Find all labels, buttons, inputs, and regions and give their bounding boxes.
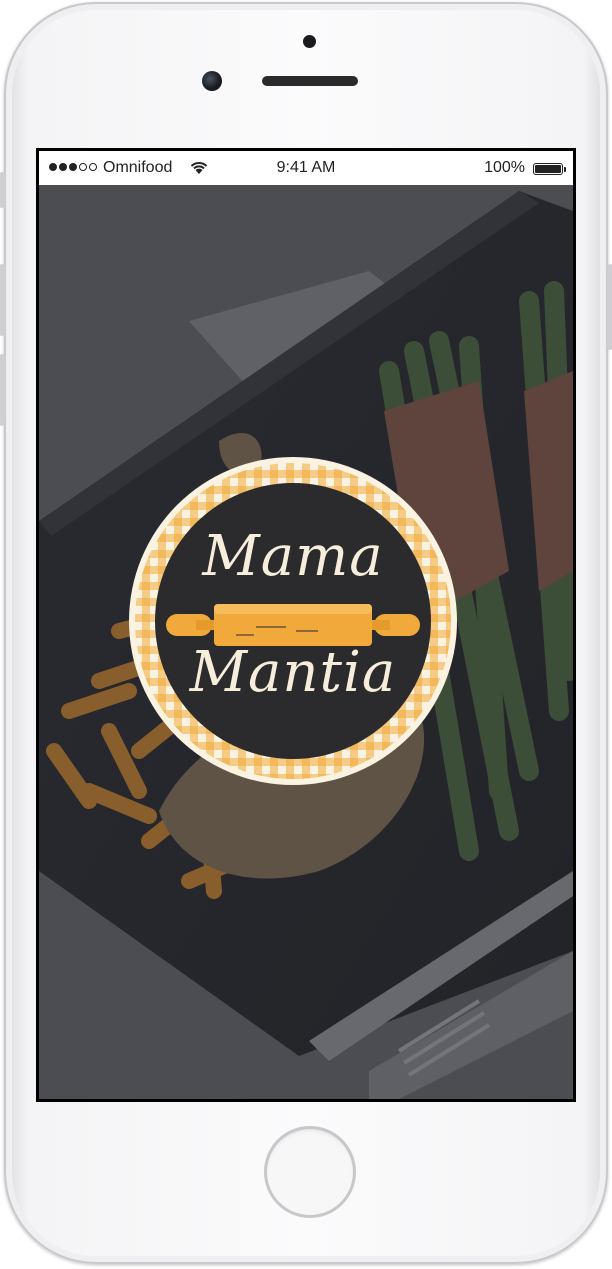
proximity-sensor: [303, 35, 316, 48]
battery-icon: [533, 163, 566, 175]
volume-down-button: [0, 354, 5, 426]
logo-title-line2: Mantia: [189, 640, 397, 705]
earpiece-speaker: [262, 76, 358, 86]
home-button[interactable]: [264, 1126, 356, 1218]
mama-mantia-logo: Mama Mantia: [126, 454, 460, 788]
logo-title-line1: Mama: [202, 524, 384, 589]
battery-percentage: 100%: [484, 159, 525, 176]
mute-switch: [0, 172, 5, 208]
volume-up-button: [0, 264, 5, 336]
front-camera: [202, 71, 222, 91]
power-button: [607, 264, 612, 350]
screen: Omnifood 9:41 AM 100% Mama Mantia: [36, 148, 576, 1102]
status-bar: Omnifood 9:41 AM 100%: [39, 151, 573, 185]
